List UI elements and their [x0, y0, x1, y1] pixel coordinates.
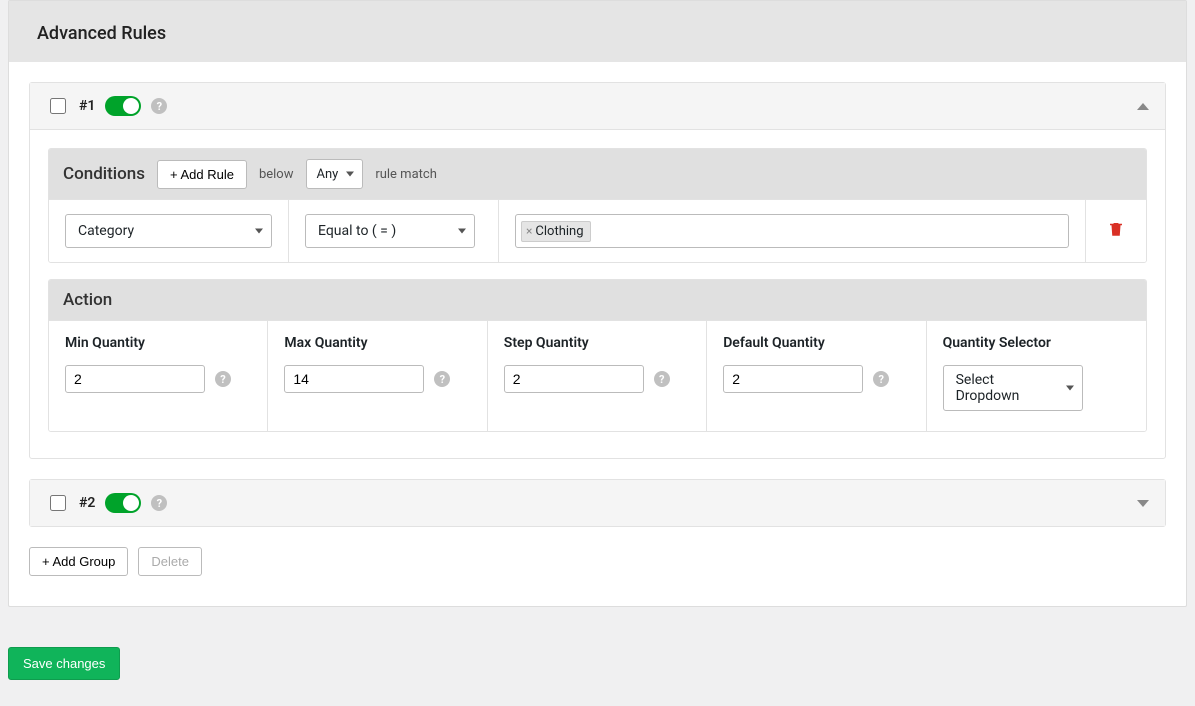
condition-field-cell: Category: [49, 199, 289, 262]
save-bar: Save changes: [0, 625, 1195, 706]
condition-delete-cell: [1086, 199, 1146, 262]
condition-field-select[interactable]: Category: [65, 214, 272, 248]
condition-operator-select[interactable]: Equal to ( = ): [305, 214, 475, 248]
rule-header-1[interactable]: #1 ?: [30, 83, 1165, 130]
max-qty-input[interactable]: [284, 365, 424, 393]
condition-field-value: Category: [78, 223, 134, 239]
step-qty-input[interactable]: [504, 365, 644, 393]
match-mode-value: Any: [317, 167, 339, 182]
qty-selector-label: Quantity Selector: [943, 335, 1130, 351]
default-qty-cell: Default Quantity ?: [707, 320, 926, 431]
chevron-down-icon: [255, 229, 263, 234]
expand-icon[interactable]: [1137, 500, 1149, 507]
advanced-rules-panel: Advanced Rules #1 ? Conditions + Add Rul…: [8, 0, 1187, 607]
help-icon[interactable]: ?: [151, 495, 167, 511]
step-qty-label: Step Quantity: [504, 335, 690, 351]
chevron-down-icon: [346, 172, 354, 177]
conditions-rule-match-text: rule match: [375, 167, 437, 182]
help-icon[interactable]: ?: [434, 371, 450, 387]
qty-selector-cell: Quantity Selector Select Dropdown: [927, 320, 1146, 431]
max-qty-label: Max Quantity: [284, 335, 470, 351]
add-group-button[interactable]: + Add Group: [29, 547, 128, 576]
condition-operator-cell: Equal to ( = ): [289, 199, 499, 262]
qty-selector-value: Select Dropdown: [956, 372, 1058, 404]
rule-body-1: Conditions + Add Rule below Any rule mat…: [30, 130, 1165, 458]
rule-checkbox-1[interactable]: [50, 98, 66, 114]
rule-toggle-2[interactable]: [105, 493, 141, 513]
action-header: Action: [49, 280, 1146, 320]
help-icon[interactable]: ?: [873, 371, 889, 387]
group-actions: + Add Group Delete: [29, 547, 1166, 576]
tag-remove-icon[interactable]: ×: [526, 225, 532, 237]
add-rule-button[interactable]: + Add Rule: [157, 160, 247, 189]
help-icon[interactable]: ?: [654, 371, 670, 387]
action-panel: Action Min Quantity ? Max Quantity: [48, 279, 1147, 432]
min-qty-input[interactable]: [65, 365, 205, 393]
panel-header: Advanced Rules: [9, 1, 1186, 62]
qty-selector-select[interactable]: Select Dropdown: [943, 365, 1083, 411]
action-title: Action: [63, 290, 112, 310]
delete-button[interactable]: Delete: [138, 547, 202, 576]
conditions-title: Conditions: [63, 164, 145, 184]
help-icon[interactable]: ?: [215, 371, 231, 387]
rule-header-2[interactable]: #2 ?: [30, 480, 1165, 526]
rule-card-1: #1 ? Conditions + Add Rule below Any: [29, 82, 1166, 459]
action-grid: Min Quantity ? Max Quantity ?: [49, 320, 1146, 431]
conditions-below-text: below: [259, 167, 294, 182]
panel-title: Advanced Rules: [37, 23, 1158, 44]
condition-value-input[interactable]: × Clothing: [515, 214, 1069, 248]
rule-card-2: #2 ?: [29, 479, 1166, 527]
min-qty-label: Min Quantity: [65, 335, 251, 351]
panel-body: #1 ? Conditions + Add Rule below Any: [9, 62, 1186, 606]
help-icon[interactable]: ?: [151, 98, 167, 114]
rule-checkbox-2[interactable]: [50, 495, 66, 511]
conditions-header: Conditions + Add Rule below Any rule mat…: [49, 149, 1146, 199]
default-qty-input[interactable]: [723, 365, 863, 393]
condition-operator-value: Equal to ( = ): [318, 223, 396, 239]
rule-label-1: #1: [79, 98, 95, 114]
tag-label: Clothing: [535, 224, 583, 239]
step-qty-cell: Step Quantity ?: [488, 320, 707, 431]
max-qty-cell: Max Quantity ?: [268, 320, 487, 431]
min-qty-cell: Min Quantity ?: [49, 320, 268, 431]
rule-toggle-1[interactable]: [105, 96, 141, 116]
match-mode-select[interactable]: Any: [306, 159, 364, 189]
condition-value-cell: × Clothing: [499, 199, 1086, 262]
save-changes-button[interactable]: Save changes: [8, 647, 120, 680]
collapse-icon[interactable]: [1137, 103, 1149, 110]
trash-icon[interactable]: [1107, 220, 1125, 242]
chevron-down-icon: [458, 229, 466, 234]
conditions-panel: Conditions + Add Rule below Any rule mat…: [48, 148, 1147, 263]
default-qty-label: Default Quantity: [723, 335, 909, 351]
chevron-down-icon: [1066, 386, 1074, 391]
rule-label-2: #2: [79, 495, 95, 511]
condition-row: Category Equal to ( = ): [49, 199, 1146, 262]
value-tag: × Clothing: [521, 221, 591, 242]
